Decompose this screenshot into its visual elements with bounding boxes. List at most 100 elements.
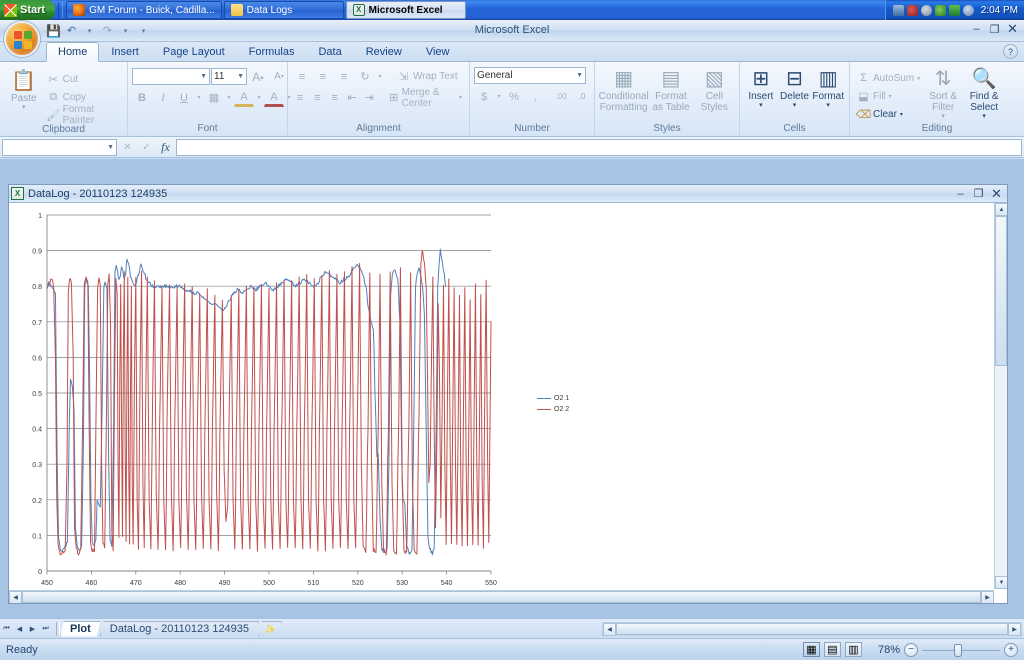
scroll-right-icon[interactable]: ▶ <box>1008 622 1021 636</box>
scroll-left-icon[interactable]: ◀ <box>9 591 22 603</box>
zoom-slider-thumb[interactable] <box>954 643 962 657</box>
paste-button[interactable]: 📋 Paste ▾ <box>4 66 44 111</box>
format-as-table-button[interactable]: ▤ Format as Table <box>649 66 693 113</box>
chevron-down-icon[interactable]: ▼ <box>196 73 207 80</box>
close-button[interactable]: ✕ <box>1004 21 1021 36</box>
help-icon[interactable]: ? <box>1003 44 1018 59</box>
font-name-input[interactable]: ▼ <box>132 68 210 85</box>
formula-input[interactable] <box>176 138 1022 156</box>
paste-dropdown-icon[interactable]: ▾ <box>22 104 26 111</box>
currency-dropdown-icon[interactable]: ▾ <box>495 87 503 106</box>
underline-dropdown-icon[interactable]: ▾ <box>195 88 203 107</box>
delete-cells-button[interactable]: ⊟ Delete ▾ <box>778 66 812 109</box>
increase-decimal-button[interactable]: .00 <box>551 87 571 106</box>
merge-center-button[interactable]: ⊞ Merge & Center ▾ <box>386 87 465 109</box>
cut-button[interactable]: ✂ Cut <box>44 70 123 88</box>
chevron-down-icon[interactable]: ▼ <box>107 144 114 151</box>
fill-dropdown-icon[interactable]: ▾ <box>889 93 892 100</box>
autosum-dropdown-icon[interactable]: ▾ <box>917 75 920 82</box>
prev-sheet-button[interactable]: ◀ <box>13 621 26 636</box>
orientation-button[interactable]: ↻ <box>355 67 375 86</box>
scroll-right-icon[interactable]: ▶ <box>981 591 994 603</box>
taskbar-task-datalogs[interactable]: Data Logs <box>223 1 344 19</box>
zoom-in-button[interactable]: + <box>1004 642 1018 657</box>
align-center-button[interactable]: ≡ <box>309 88 325 107</box>
hscroll-thumb[interactable] <box>22 591 981 603</box>
clock[interactable]: 2:04 PM <box>981 5 1018 16</box>
cancel-formula-button[interactable]: ✕ <box>119 139 136 156</box>
taskbar-task-firefox[interactable]: GM Forum - Buick, Cadilla... <box>66 1 222 19</box>
orientation-dropdown-icon[interactable]: ▾ <box>376 67 384 86</box>
align-middle-button[interactable]: ≡ <box>313 67 333 86</box>
tab-page-layout[interactable]: Page Layout <box>151 42 237 61</box>
chart-horizontal-scrollbar[interactable]: ◀ ▶ <box>9 590 994 603</box>
network-error-icon[interactable] <box>906 4 918 16</box>
chevron-down-icon[interactable]: ▼ <box>233 73 244 80</box>
borders-dropdown-icon[interactable]: ▾ <box>225 88 233 107</box>
insert-worksheet-button[interactable]: ✨ <box>258 621 282 637</box>
view-normal-button[interactable]: ▦ <box>803 642 820 657</box>
cell-styles-button[interactable]: ▧ Cell Styles <box>694 66 734 113</box>
speaker-icon[interactable] <box>934 4 946 16</box>
zoom-slider[interactable] <box>922 643 1000 657</box>
last-sheet-button[interactable]: ⏭ <box>39 621 52 636</box>
align-left-button[interactable]: ≡ <box>292 88 308 107</box>
insert-cells-button[interactable]: ⊞ Insert ▾ <box>744 66 778 109</box>
chevron-down-icon[interactable]: ▼ <box>572 72 583 79</box>
zoom-level[interactable]: 78% <box>866 644 900 656</box>
name-box[interactable]: ▼ <box>2 138 117 156</box>
grow-font-button[interactable]: A ▴ <box>248 67 268 86</box>
sheet-tab-plot[interactable]: Plot <box>60 621 101 637</box>
tab-home[interactable]: Home <box>46 42 100 62</box>
align-right-button[interactable]: ≡ <box>327 88 343 107</box>
vscroll-thumb[interactable] <box>995 216 1007 366</box>
shield-icon[interactable] <box>920 4 932 16</box>
decrease-indent-button[interactable]: ⇤ <box>344 88 360 107</box>
insert-function-button[interactable]: fx <box>157 139 174 156</box>
increase-indent-button[interactable]: ⇥ <box>361 88 377 107</box>
autosum-button[interactable]: Σ AutoSum ▾ <box>854 69 923 87</box>
clear-dropdown-icon[interactable]: ▾ <box>900 111 903 118</box>
find-select-button[interactable]: 🔍 Find & Select ▾ <box>963 66 1005 120</box>
minimize-button[interactable]: – <box>968 22 985 36</box>
align-top-button[interactable]: ≡ <box>292 67 312 86</box>
scroll-down-icon[interactable]: ▼ <box>995 576 1007 589</box>
font-size-input[interactable]: 11 ▼ <box>211 68 247 85</box>
tab-insert[interactable]: Insert <box>99 42 151 61</box>
tab-split-handle[interactable] <box>56 621 60 636</box>
tab-view[interactable]: View <box>414 42 462 61</box>
next-sheet-button[interactable]: ▶ <box>26 621 39 636</box>
font-color-button[interactable]: A <box>264 88 284 107</box>
office-button[interactable] <box>4 21 40 57</box>
borders-button[interactable]: ▦ <box>204 88 224 107</box>
sheet-hscroll-thumb[interactable] <box>616 622 1008 635</box>
sort-dropdown-icon[interactable]: ▾ <box>941 113 945 120</box>
child-close-button[interactable]: ✕ <box>988 186 1005 201</box>
fill-color-dropdown-icon[interactable]: ▾ <box>255 88 263 107</box>
fill-color-button[interactable]: A <box>234 88 254 107</box>
tab-data[interactable]: Data <box>306 42 353 61</box>
display-icon[interactable] <box>892 4 904 16</box>
first-sheet-button[interactable]: ⏮ <box>0 621 13 636</box>
currency-button[interactable]: $ <box>474 87 494 106</box>
legend-item-o2-1[interactable]: O2 1 <box>537 393 569 404</box>
tab-review[interactable]: Review <box>354 42 414 61</box>
comma-button[interactable]: , <box>525 87 545 106</box>
chart-vertical-scrollbar[interactable]: ▲ ▼ <box>994 203 1007 589</box>
restore-button[interactable]: ❐ <box>986 22 1003 36</box>
decrease-decimal-button[interactable]: .0 <box>572 87 592 106</box>
merge-dropdown-icon[interactable]: ▾ <box>459 94 462 101</box>
scroll-up-icon[interactable]: ▲ <box>995 203 1007 216</box>
legend-item-o2-2[interactable]: O2 2 <box>537 404 569 415</box>
insert-dropdown-icon[interactable]: ▾ <box>759 102 763 109</box>
view-page-layout-button[interactable]: ▤ <box>824 642 841 657</box>
enter-formula-button[interactable]: ✓ <box>138 139 155 156</box>
usb-icon[interactable] <box>948 4 960 16</box>
number-format-select[interactable]: General ▼ <box>474 67 586 84</box>
start-button[interactable]: Start <box>0 0 56 20</box>
percent-button[interactable]: % <box>504 87 524 106</box>
child-minimize-button[interactable]: – <box>952 187 969 201</box>
format-painter-button[interactable]: 🖌 Format Painter <box>44 104 123 126</box>
child-restore-button[interactable]: ❐ <box>970 187 987 201</box>
fill-button[interactable]: ⬓ Fill ▾ <box>854 87 923 105</box>
